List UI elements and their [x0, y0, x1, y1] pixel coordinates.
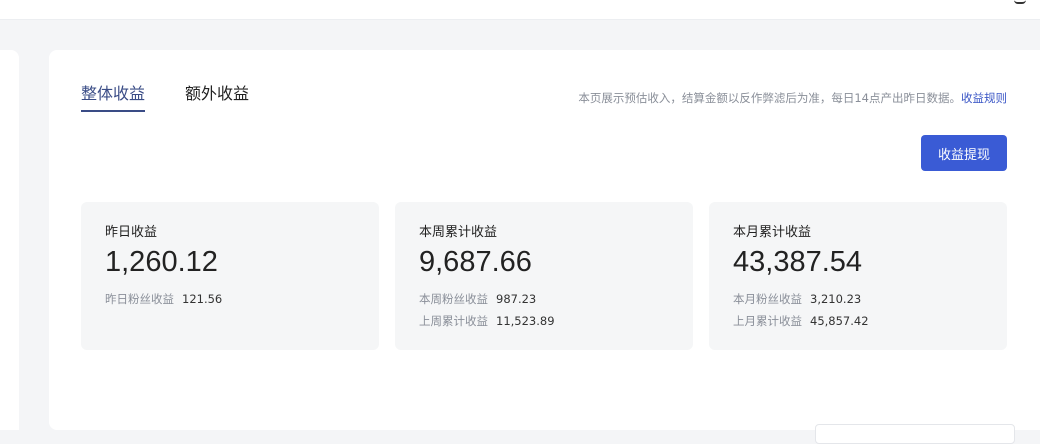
tab-overall-earnings[interactable]: 整体收益 — [81, 82, 146, 112]
sidebar — [0, 50, 19, 430]
filter-box[interactable] — [815, 424, 1015, 444]
card-this-month: 本月累计收益 43,387.54 本月粉丝收益 3,210.23 上月累计收益 45… — [709, 202, 1007, 350]
sub-row-value: 987.23 — [496, 292, 537, 306]
earnings-notice: 本页展示预估收入，结算金额以反作弊滤后为准，每日14点产出昨日数据。收益规则 — [578, 90, 1007, 106]
sub-row-label: 上月累计收益 — [733, 314, 802, 328]
card-title: 昨日收益 — [105, 225, 158, 240]
card-title: 本周累计收益 — [419, 225, 498, 240]
sub-row-value: 45,857.42 — [810, 314, 869, 328]
withdraw-button[interactable]: 收益提现 — [921, 135, 1007, 171]
card-sub-row: 昨日粉丝收益 121.56 — [105, 288, 355, 310]
card-title: 本月累计收益 — [733, 225, 812, 240]
curve-icon — [1014, 0, 1026, 4]
card-this-week: 本周累计收益 9,687.66 本周粉丝收益 987.23 上周累计收益 11,52… — [395, 202, 693, 350]
notice-text: 本页展示预估收入，结算金额以反作弊滤后为准，每日14点产出昨日数据。 — [578, 91, 961, 105]
card-yesterday: 昨日收益 1,260.12 昨日粉丝收益 121.56 — [81, 202, 379, 350]
sub-row-value: 11,523.89 — [496, 314, 555, 328]
earnings-panel: 整体收益 额外收益 本页展示预估收入，结算金额以反作弊滤后为准，每日14点产出昨… — [49, 50, 1040, 444]
tab-extra-earnings[interactable]: 额外收益 — [185, 82, 249, 112]
card-sub-row: 上周累计收益 11,523.89 — [419, 310, 669, 332]
card-sub-row: 本周粉丝收益 987.23 — [419, 288, 669, 310]
sub-row-value: 3,210.23 — [810, 292, 862, 306]
earnings-rules-link[interactable]: 收益规则 — [961, 91, 1007, 105]
sub-row-label: 本月粉丝收益 — [733, 292, 802, 306]
card-value: 1,260.12 — [105, 246, 218, 278]
sub-row-label: 上周累计收益 — [419, 314, 488, 328]
top-bar — [0, 0, 1040, 20]
earnings-cards: 昨日收益 1,260.12 昨日粉丝收益 121.56 本周累计收益 9,687.… — [81, 202, 1007, 350]
card-value: 43,387.54 — [733, 246, 863, 278]
card-sub-row: 上月累计收益 45,857.42 — [733, 310, 983, 332]
sub-row-value: 121.56 — [182, 292, 223, 306]
card-sub-row: 本月粉丝收益 3,210.23 — [733, 288, 983, 310]
sub-row-label: 昨日粉丝收益 — [105, 292, 174, 306]
sub-row-label: 本周粉丝收益 — [419, 292, 488, 306]
earnings-tabs: 整体收益 额外收益 — [81, 82, 289, 112]
card-value: 9,687.66 — [419, 246, 532, 278]
